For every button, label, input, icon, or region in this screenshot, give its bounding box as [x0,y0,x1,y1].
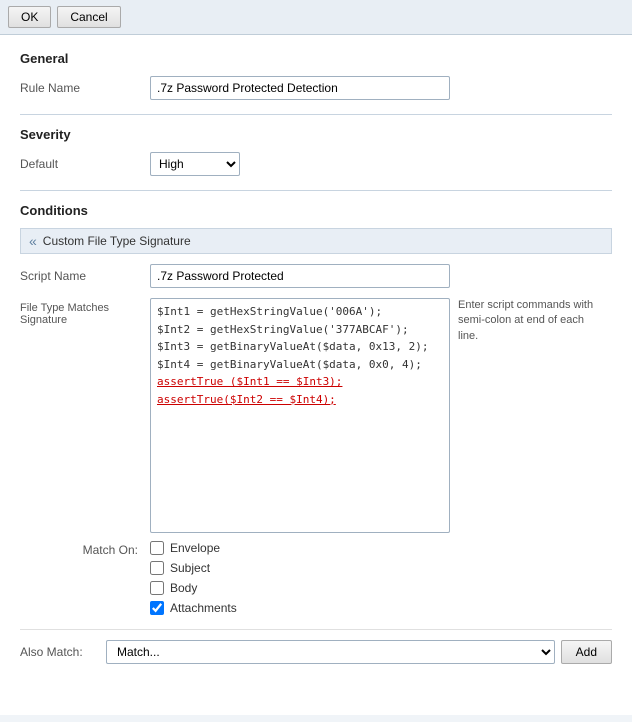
code-line-2: $Int2 = getHexStringValue('377ABCAF'); [157,321,443,339]
code-line-6: assertTrue($Int2 == $Int4); [157,391,443,409]
code-line-5: assertTrue ($Int1 == $Int3); [157,373,443,391]
default-severity-row: Default High Medium Low [20,152,612,176]
divider-2 [20,190,612,191]
severity-label: Default [20,157,150,171]
textarea-wrap: $Int1 = getHexStringValue('006A'); $Int2… [150,298,598,533]
script-name-input[interactable] [150,264,450,288]
code-line-1: $Int1 = getHexStringValue('006A'); [157,303,443,321]
top-bar: OK Cancel [0,0,632,35]
subject-label: Subject [170,561,210,575]
subject-checkbox[interactable] [150,561,164,575]
code-area[interactable]: $Int1 = getHexStringValue('006A'); $Int2… [150,298,450,533]
code-line-4: $Int4 = getBinaryValueAt($data, 0x0, 4); [157,356,443,374]
attachments-checkbox[interactable] [150,601,164,615]
checkbox-body[interactable]: Body [150,581,237,595]
divider-1 [20,114,612,115]
also-match-label: Also Match: [20,645,100,659]
code-line-3: $Int3 = getBinaryValueAt($data, 0x13, 2)… [157,338,443,356]
envelope-label: Envelope [170,541,220,555]
severity-title: Severity [20,127,612,142]
script-name-label: Script Name [20,269,150,283]
body-checkbox[interactable] [150,581,164,595]
main-content: General Rule Name Severity Default High … [0,35,632,715]
subsection-header: « Custom File Type Signature [20,228,612,254]
hint-text: Enter script commands with semi-colon at… [458,298,598,344]
checkbox-envelope[interactable]: Envelope [150,541,237,555]
severity-select-wrap: High Medium Low [150,152,240,176]
add-button[interactable]: Add [561,640,612,664]
rule-name-input[interactable] [150,76,450,100]
code-block: $Int1 = getHexStringValue('006A'); $Int2… [157,303,443,409]
body-label: Body [170,581,197,595]
signature-label: File Type Matches Signature [20,298,150,326]
signature-row: File Type Matches Signature $Int1 = getH… [20,298,612,533]
cancel-button[interactable]: Cancel [57,6,120,28]
rule-name-label: Rule Name [20,81,150,95]
also-match-row: Also Match: Match... Add [20,629,612,664]
conditions-title: Conditions [20,203,612,218]
script-name-row: Script Name [20,264,612,288]
also-match-select[interactable]: Match... [106,640,555,664]
rule-name-row: Rule Name [20,76,612,100]
collapse-icon[interactable]: « [29,233,37,249]
checkbox-subject[interactable]: Subject [150,561,237,575]
match-on-section: Match On: Envelope Subject Body Attachme… [20,541,612,615]
ok-button[interactable]: OK [8,6,51,28]
checkbox-attachments[interactable]: Attachments [150,601,237,615]
attachments-label: Attachments [170,601,237,615]
subsection-label: Custom File Type Signature [43,234,191,248]
checkbox-list: Envelope Subject Body Attachments [150,541,237,615]
severity-select[interactable]: High Medium Low [150,152,240,176]
general-title: General [20,51,612,66]
envelope-checkbox[interactable] [150,541,164,555]
match-on-label: Match On: [20,541,150,557]
